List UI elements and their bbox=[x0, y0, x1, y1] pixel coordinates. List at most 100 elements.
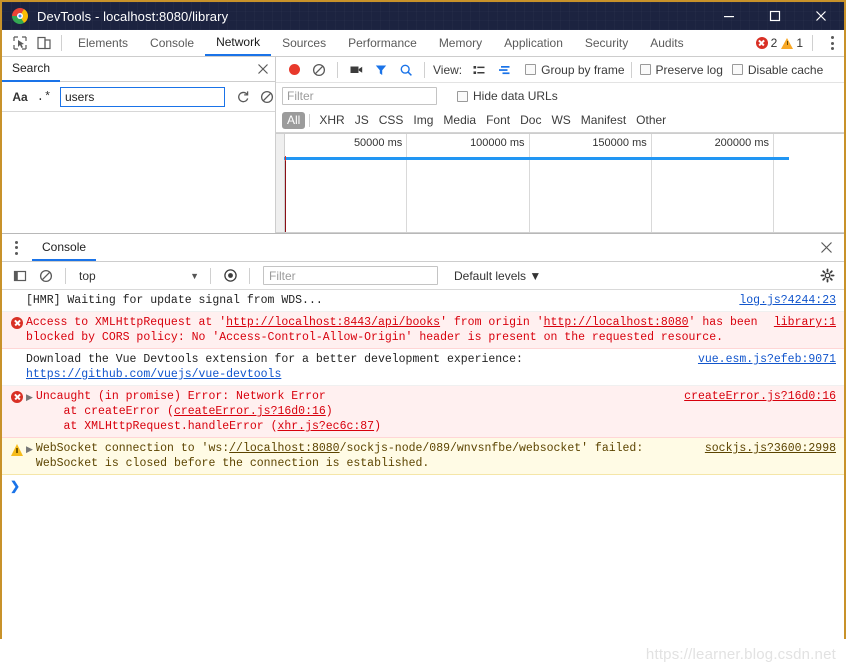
close-icon[interactable] bbox=[814, 236, 838, 260]
expand-arrow-icon[interactable]: ▶ bbox=[26, 389, 33, 406]
refresh-icon[interactable] bbox=[231, 86, 255, 108]
console-message-vue-devtools[interactable]: Download the Vue Devtools extension for … bbox=[2, 349, 844, 386]
message-link[interactable]: createError.js?16d0:16 bbox=[174, 405, 326, 418]
tab-console-drawer[interactable]: Console bbox=[32, 234, 97, 261]
tab-search[interactable]: Search bbox=[2, 57, 61, 82]
timeline-tick: 100000 ms bbox=[407, 134, 530, 156]
toolbar-divider bbox=[424, 61, 425, 78]
type-filter-js[interactable]: JS bbox=[350, 112, 374, 129]
expand-arrow-icon[interactable]: ▶ bbox=[26, 441, 33, 458]
live-expression-icon[interactable] bbox=[218, 265, 242, 287]
console-sidebar-icon[interactable] bbox=[8, 265, 32, 287]
toolbar-divider bbox=[630, 61, 632, 78]
match-case-toggle[interactable]: Aa bbox=[8, 86, 32, 108]
warning-icon bbox=[781, 37, 794, 49]
message-link[interactable]: http://localhost:8443/api/books bbox=[226, 316, 440, 329]
filter-icon[interactable] bbox=[369, 59, 393, 81]
timeline-tick-label: 50000 ms bbox=[353, 137, 403, 149]
search-icon[interactable] bbox=[394, 59, 418, 81]
camera-icon[interactable] bbox=[344, 59, 368, 81]
type-filter-ws[interactable]: WS bbox=[546, 112, 575, 129]
console-filter-input[interactable] bbox=[263, 266, 438, 285]
console-message-websocket[interactable]: ▶ WebSocket connection to 'ws://localhos… bbox=[2, 438, 844, 475]
type-filter-img[interactable]: Img bbox=[408, 112, 438, 129]
minimize-button[interactable] bbox=[706, 2, 752, 30]
type-filter-xhr[interactable]: XHR bbox=[314, 112, 349, 129]
message-source-link[interactable]: log.js?4244:23 bbox=[739, 293, 836, 308]
disable-cache-checkbox[interactable]: Disable cache bbox=[731, 63, 823, 77]
type-filter-all[interactable]: All bbox=[282, 112, 306, 129]
type-filter-css[interactable]: CSS bbox=[374, 112, 409, 129]
clear-icon[interactable] bbox=[307, 59, 331, 81]
message-text: [HMR] Waiting for update signal from WDS… bbox=[26, 294, 323, 307]
console-message-cors[interactable]: Access to XMLHttpRequest at 'http://loca… bbox=[2, 312, 844, 349]
search-panel: Search Aa .* bbox=[2, 57, 276, 233]
tab-audits[interactable]: Audits bbox=[639, 30, 694, 56]
tab-console[interactable]: Console bbox=[139, 30, 205, 56]
timeline-load-bar bbox=[284, 157, 789, 160]
toolbar-divider bbox=[61, 35, 62, 51]
warning-counter[interactable]: 1 bbox=[781, 36, 803, 50]
regex-toggle[interactable]: .* bbox=[32, 86, 56, 108]
console-prompt[interactable]: ❯ bbox=[2, 475, 844, 497]
tab-performance[interactable]: Performance bbox=[337, 30, 428, 56]
timeline-column bbox=[285, 156, 408, 233]
tab-sources[interactable]: Sources bbox=[271, 30, 337, 56]
tab-network[interactable]: Network bbox=[205, 30, 272, 56]
tab-memory[interactable]: Memory bbox=[428, 30, 493, 56]
message-link[interactable]: //localhost:8080 bbox=[229, 442, 339, 455]
tab-security[interactable]: Security bbox=[574, 30, 639, 56]
chrome-logo-icon bbox=[12, 8, 28, 24]
record-button[interactable] bbox=[282, 59, 306, 81]
network-timeline[interactable]: 50000 ms 100000 ms 150000 ms 200000 ms bbox=[276, 133, 844, 233]
clear-console-icon[interactable] bbox=[34, 265, 58, 287]
inspect-cursor-icon[interactable] bbox=[8, 32, 32, 54]
network-filter-input[interactable] bbox=[282, 87, 437, 105]
message-source-link[interactable]: vue.esm.js?efeb:9071 bbox=[698, 352, 836, 367]
message-icon-placeholder bbox=[8, 293, 26, 295]
maximize-button[interactable] bbox=[752, 2, 798, 30]
tab-elements[interactable]: Elements bbox=[67, 30, 139, 56]
message-link[interactable]: https://github.com/vuejs/vue-devtools bbox=[26, 368, 281, 381]
hide-data-urls-checkbox[interactable]: Hide data URLs bbox=[457, 89, 558, 103]
kebab-menu-icon[interactable] bbox=[6, 237, 26, 259]
message-link[interactable]: http://localhost:8080 bbox=[544, 316, 689, 329]
watermark: https://learner.blog.csdn.net bbox=[645, 646, 836, 663]
window-title: DevTools - localhost:8080/library bbox=[37, 8, 229, 24]
error-counter[interactable]: 2 bbox=[755, 36, 777, 50]
timeline-grid bbox=[276, 156, 844, 233]
preserve-log-checkbox[interactable]: Preserve log bbox=[639, 63, 723, 77]
kebab-menu-icon[interactable] bbox=[822, 32, 842, 54]
type-filter-manifest[interactable]: Manifest bbox=[576, 112, 631, 129]
devtools-tab-bar: Elements Console Network Sources Perform… bbox=[2, 30, 844, 57]
waterfall-view-icon[interactable] bbox=[492, 59, 516, 81]
close-button[interactable] bbox=[798, 2, 844, 30]
console-message-network-error[interactable]: ▶ Uncaught (in promise) Error: Network E… bbox=[2, 386, 844, 438]
type-filter-doc[interactable]: Doc bbox=[515, 112, 546, 129]
type-filter-media[interactable]: Media bbox=[438, 112, 481, 129]
timeline-column bbox=[407, 156, 530, 233]
timeline-tick-label: 100000 ms bbox=[470, 137, 525, 149]
execution-context-select[interactable]: top ▼ bbox=[73, 266, 203, 286]
group-by-frame-checkbox[interactable]: Group by frame bbox=[525, 63, 625, 77]
message-text: Access to XMLHttpRequest at 'http://loca… bbox=[26, 316, 765, 344]
message-source-link[interactable]: library:1 bbox=[774, 315, 836, 330]
message-link[interactable]: xhr.js?ec6c:87 bbox=[277, 420, 374, 433]
list-view-icon[interactable] bbox=[467, 59, 491, 81]
title-bar: DevTools - localhost:8080/library bbox=[2, 2, 844, 30]
search-input[interactable] bbox=[60, 86, 225, 107]
device-toolbar-icon[interactable] bbox=[32, 32, 56, 54]
prompt-caret-icon: ❯ bbox=[10, 480, 21, 494]
type-filter-font[interactable]: Font bbox=[481, 112, 515, 129]
close-icon[interactable] bbox=[251, 57, 275, 81]
settings-gear-icon[interactable] bbox=[816, 265, 838, 287]
tab-application[interactable]: Application bbox=[493, 30, 574, 56]
message-source-link[interactable]: sockjs.js?3600:2998 bbox=[705, 441, 836, 456]
timeline-column bbox=[652, 156, 774, 233]
message-source-link[interactable]: createError.js?16d0:16 bbox=[684, 389, 836, 404]
log-levels-dropdown[interactable]: Default levels ▼ bbox=[454, 269, 541, 283]
timeline-column bbox=[530, 156, 652, 233]
type-filter-other[interactable]: Other bbox=[631, 112, 671, 129]
toolbar-divider bbox=[337, 61, 338, 78]
console-message-hmr[interactable]: [HMR] Waiting for update signal from WDS… bbox=[2, 290, 844, 312]
